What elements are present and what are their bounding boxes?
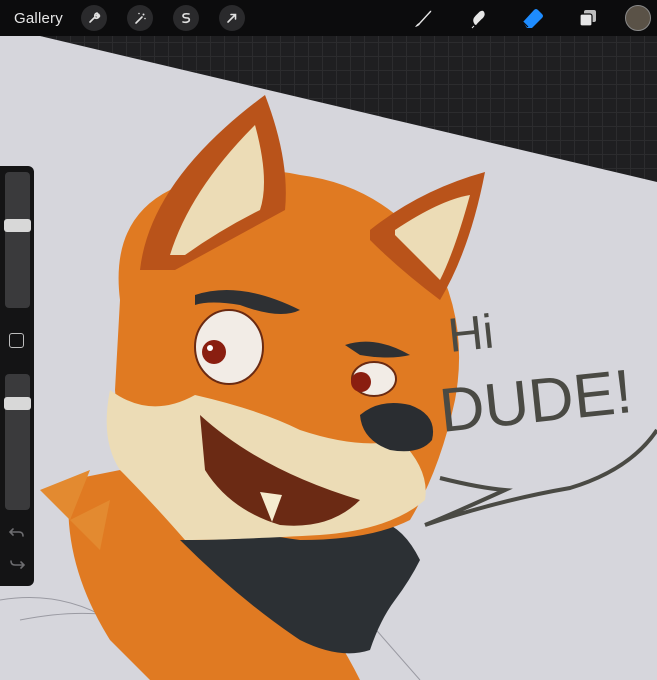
brush-button[interactable] — [408, 3, 438, 33]
brush-icon — [415, 10, 432, 27]
color-swatch-button[interactable] — [625, 5, 651, 31]
wrench-icon — [89, 12, 101, 23]
speech-text-hi: Hi — [446, 305, 497, 362]
selection-button[interactable] — [172, 5, 199, 31]
transform-arrow-icon — [227, 13, 237, 23]
artwork-canvas[interactable]: Hi DUDE! — [0, 0, 657, 680]
magic-wand-icon — [135, 12, 146, 24]
brush-size-thumb[interactable] — [4, 218, 31, 232]
left-sidebar — [0, 166, 34, 586]
eraser-icon — [522, 9, 543, 28]
brush-opacity-slider[interactable] — [4, 374, 31, 510]
selection-icon — [182, 12, 191, 24]
actions-button[interactable] — [80, 5, 107, 31]
fox-right-pupil — [351, 372, 371, 392]
fox-left-pupil — [202, 340, 226, 364]
brush-opacity-thumb[interactable] — [4, 397, 31, 411]
layers-icon — [579, 10, 596, 27]
undo-icon[interactable] — [8, 523, 26, 541]
modify-button[interactable] — [9, 333, 24, 348]
top-toolbar: Gallery — [0, 0, 657, 36]
adjustments-button[interactable] — [126, 5, 153, 31]
smudge-icon — [471, 10, 485, 29]
transform-button[interactable] — [218, 5, 245, 31]
layers-button[interactable] — [573, 3, 603, 33]
right-toolbar — [383, 0, 651, 36]
smudge-button[interactable] — [463, 3, 493, 33]
eraser-button[interactable] — [518, 3, 548, 33]
redo-icon[interactable] — [8, 556, 26, 574]
brush-size-slider[interactable] — [4, 172, 31, 308]
gallery-button[interactable]: Gallery — [14, 10, 63, 27]
canvas-area[interactable]: Hi DUDE! — [0, 0, 657, 680]
